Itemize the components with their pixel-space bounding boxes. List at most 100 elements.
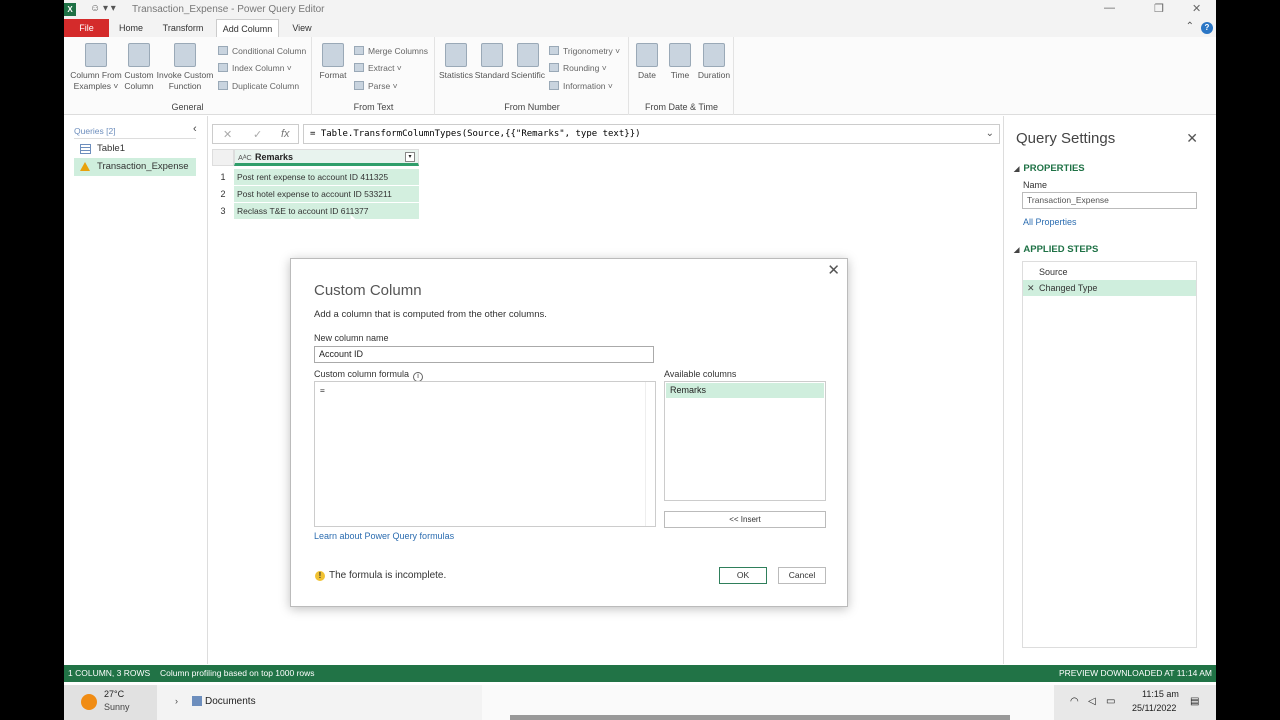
table-cell[interactable]: Post rent expense to account ID 411325	[234, 169, 419, 186]
scientific-label: Scientific	[510, 70, 545, 80]
sun-icon	[81, 694, 97, 710]
applied-steps-header[interactable]: APPLIED STEPS	[1014, 244, 1098, 255]
formula-warning: ! The formula is incomplete.	[315, 570, 446, 581]
duration-button[interactable]: Duration	[696, 43, 732, 81]
learn-formulas-link[interactable]: Learn about Power Query formulas	[314, 531, 454, 541]
conditional-column-icon	[218, 46, 228, 55]
clock-date: 25/11/2022	[1132, 703, 1177, 713]
close-window-icon[interactable]: ✕	[1192, 2, 1201, 15]
all-properties-link[interactable]: All Properties	[1023, 217, 1077, 227]
close-settings-icon[interactable]: ✕	[1186, 130, 1198, 147]
name-label: Name	[1023, 180, 1048, 190]
row-number: 2	[212, 186, 234, 203]
tab-transform[interactable]: Transform	[159, 19, 207, 37]
taskbar-pane	[482, 685, 1054, 720]
weather-temperature: 27°C	[104, 689, 125, 699]
statistics-button[interactable]: Statistics	[438, 43, 474, 81]
filter-dropdown-icon[interactable]: ▾	[405, 152, 415, 162]
clock-time: 11:15 am	[1142, 689, 1179, 699]
table-cell[interactable]: Post hotel expense to account ID 533211	[234, 186, 419, 203]
query-item-transaction-expense[interactable]: Transaction_Expense	[74, 158, 196, 176]
delete-step-icon[interactable]: ✕	[1027, 280, 1035, 296]
cancel-formula-icon[interactable]: ✕	[223, 128, 232, 141]
taskbar: 27°C Sunny › Documents ◠ ◁ ▭ ▤ 11:15 am …	[64, 685, 1216, 720]
wifi-icon[interactable]: ◠	[1070, 696, 1079, 707]
conditional-column-label: Conditional Column	[232, 46, 307, 56]
collapse-ribbon-icon[interactable]: ⌃	[1186, 21, 1194, 32]
rounding-button[interactable]: Rounding ˅	[549, 63, 607, 73]
restore-icon[interactable]: ❐	[1154, 2, 1164, 15]
index-column-button[interactable]: Index Column ˅	[218, 63, 292, 73]
insert-button[interactable]: << Insert	[664, 511, 826, 528]
battery-icon[interactable]: ▭	[1106, 696, 1115, 707]
minimize-icon[interactable]: —	[1104, 2, 1115, 14]
function-icon	[174, 43, 196, 67]
new-column-name-input[interactable]: Account ID	[314, 346, 654, 363]
custom-formula-editor[interactable]: =	[314, 381, 656, 527]
step-label: Source	[1039, 267, 1068, 277]
text-type-icon[interactable]: AᴬC	[238, 151, 252, 165]
explorer-item-label: Documents	[205, 696, 256, 707]
table-menu-icon[interactable]	[212, 149, 234, 166]
expand-formula-icon[interactable]: ⌄	[986, 125, 994, 143]
explorer-taskbar-item[interactable]: › Documents	[157, 685, 482, 720]
group-from-text-label: From Text	[353, 102, 394, 112]
standard-button[interactable]: Standard	[474, 43, 510, 81]
formula-input[interactable]: = Table.TransformColumnTypes(Source,{{"R…	[303, 124, 1000, 144]
table-cell[interactable]: Reclass T&E to account ID 611377	[234, 203, 419, 220]
index-column-label: Index Column ˅	[232, 63, 292, 73]
extract-button[interactable]: Extract ˅	[354, 63, 402, 73]
tab-view[interactable]: View	[286, 19, 318, 37]
column-from-examples-label-2: Examples ˅	[73, 81, 119, 91]
collapse-queries-icon[interactable]: ‹	[193, 123, 197, 135]
notification-icon[interactable]: ▤	[1190, 696, 1199, 707]
information-button[interactable]: Information ˅	[549, 81, 613, 91]
excel-icon: X	[64, 3, 76, 16]
date-button[interactable]: Date	[632, 43, 662, 81]
speaker-icon[interactable]: ◁	[1088, 696, 1096, 707]
properties-header[interactable]: PROPERTIES	[1014, 163, 1084, 174]
parse-label: Parse ˅	[368, 81, 398, 91]
available-column-remarks[interactable]: Remarks	[666, 383, 824, 398]
tab-add-column[interactable]: Add Column	[216, 19, 279, 37]
fx-icon[interactable]: fx	[281, 128, 290, 140]
status-profiling[interactable]: Column profiling based on top 1000 rows	[160, 665, 315, 682]
step-source[interactable]: Source	[1023, 264, 1196, 280]
query-name-input[interactable]: Transaction_Expense	[1022, 192, 1197, 209]
commit-formula-icon[interactable]: ✓	[253, 128, 262, 141]
trigonometry-button[interactable]: Trigonometry ˅	[549, 46, 620, 56]
trigonometry-icon	[549, 46, 559, 55]
invoke-custom-function-button[interactable]: Invoke Custom Function	[156, 43, 214, 92]
close-dialog-icon[interactable]: ✕	[827, 261, 840, 279]
duplicate-column-icon	[218, 81, 228, 90]
formula-editor-text: =	[320, 386, 325, 395]
status-row-count: 1 COLUMN, 3 ROWS	[68, 668, 151, 678]
ok-button[interactable]: OK	[719, 567, 767, 584]
help-icon[interactable]: ?	[1201, 22, 1213, 34]
column-from-examples-button[interactable]: Column From Examples ˅	[68, 43, 124, 92]
column-header-remarks[interactable]: AᴬC Remarks ▾	[234, 149, 419, 166]
horizontal-scrollbar[interactable]	[510, 715, 1010, 720]
extract-icon	[354, 63, 364, 72]
parse-button[interactable]: Parse ˅	[354, 81, 398, 91]
query-item-table1[interactable]: Table1	[74, 140, 196, 158]
quick-access-toolbar[interactable]: ☺ ▾ ▾	[90, 3, 116, 14]
scientific-button[interactable]: Scientific	[510, 43, 546, 81]
cancel-button[interactable]: Cancel	[778, 567, 826, 584]
chevron-right-icon[interactable]: ›	[175, 696, 178, 706]
tab-file[interactable]: File	[64, 19, 109, 37]
table-row: 2 Post hotel expense to account ID 53321…	[212, 186, 419, 203]
merge-columns-button[interactable]: Merge Columns	[354, 46, 428, 56]
standard-label: Standard	[474, 70, 510, 80]
editor-scrollbar[interactable]	[645, 382, 655, 526]
time-label: Time	[670, 70, 690, 80]
tab-home[interactable]: Home	[113, 19, 149, 37]
step-changed-type[interactable]: ✕ Changed Type	[1023, 280, 1196, 296]
weather-widget[interactable]: 27°C Sunny	[64, 685, 157, 720]
group-general-label: General	[171, 102, 204, 112]
duplicate-column-button[interactable]: Duplicate Column	[218, 81, 299, 91]
time-button[interactable]: Time	[665, 43, 695, 81]
custom-column-button[interactable]: Custom Column	[122, 43, 156, 92]
conditional-column-button[interactable]: Conditional Column	[218, 46, 306, 56]
format-button[interactable]: Format	[317, 43, 349, 81]
